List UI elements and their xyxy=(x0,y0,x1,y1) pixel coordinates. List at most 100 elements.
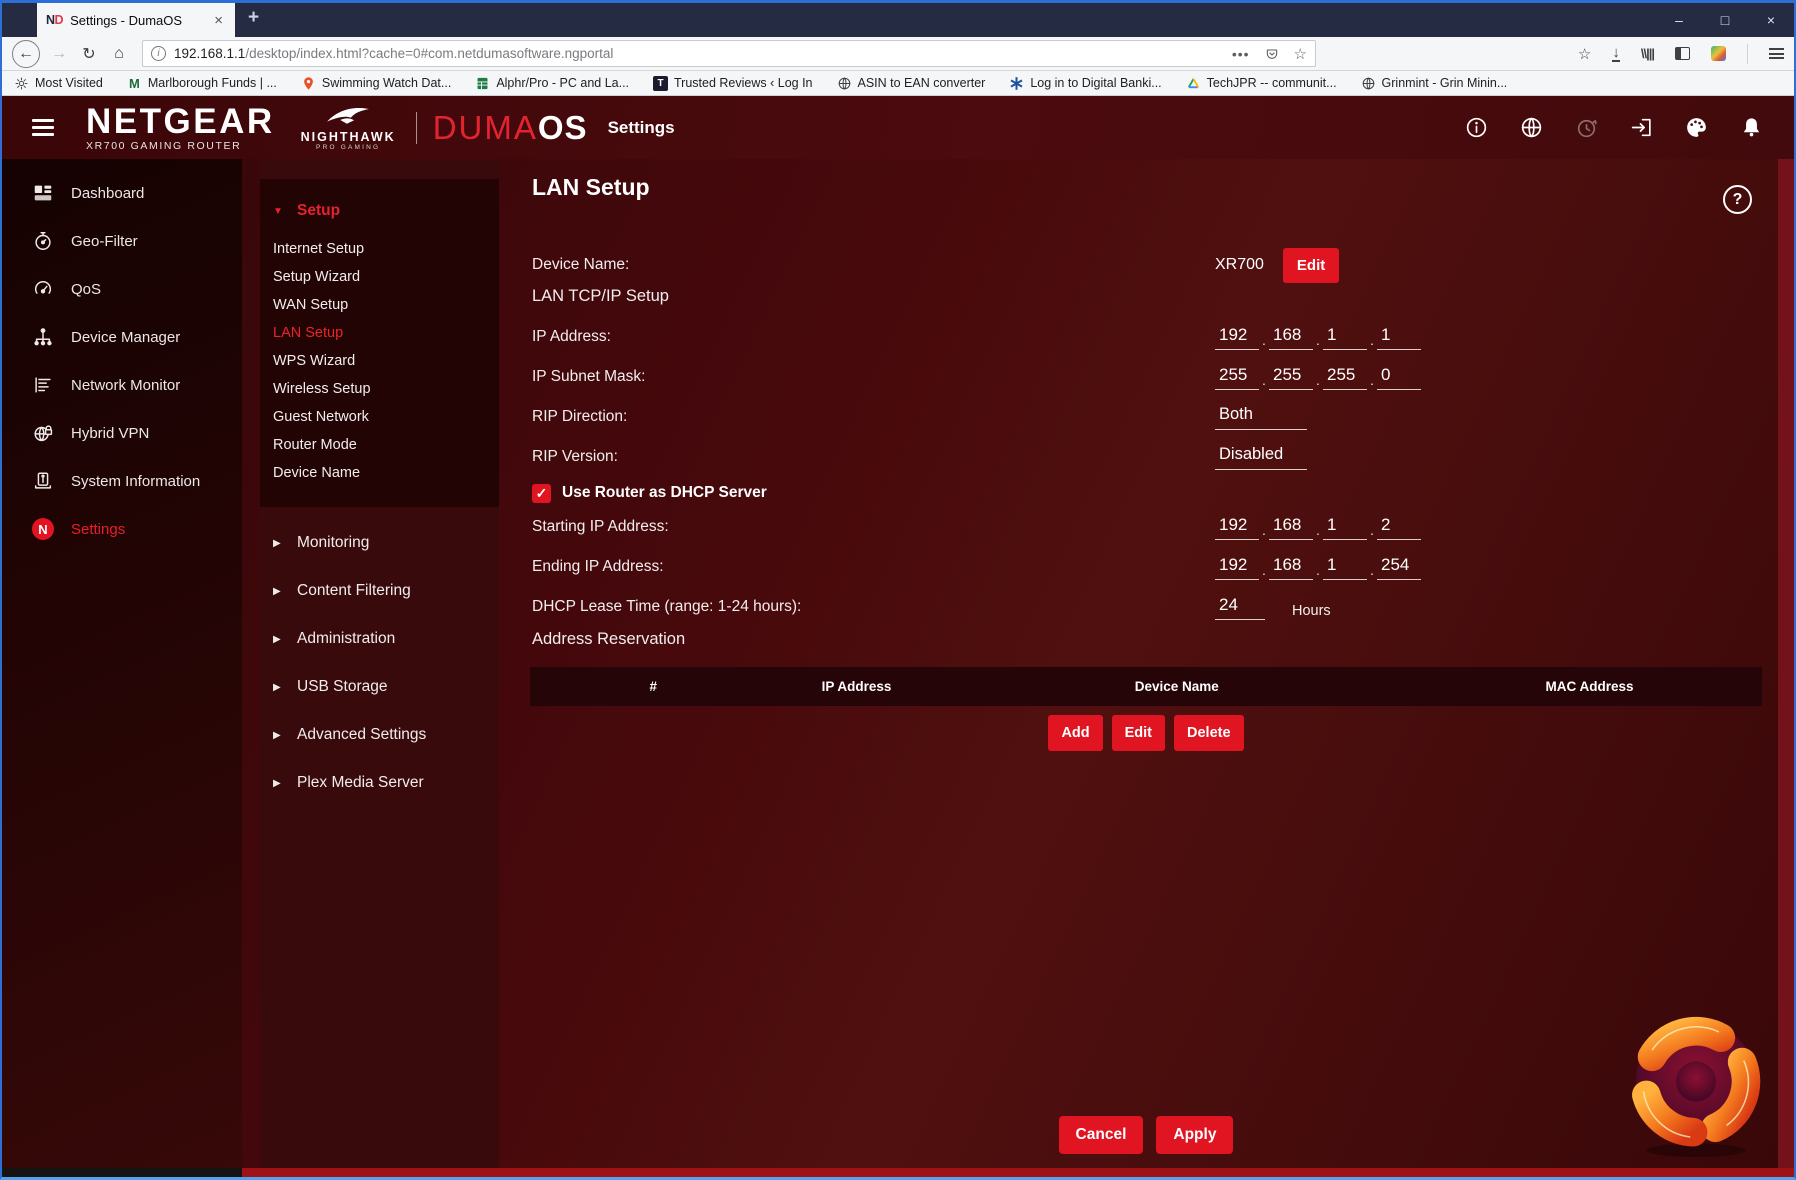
submenu-group-usb-storage[interactable]: ▶ USB Storage xyxy=(260,663,499,711)
bookmark-most-visited[interactable]: Most Visited xyxy=(14,76,103,91)
rip-direction-select[interactable]: Both xyxy=(1215,405,1307,430)
apply-button[interactable]: Apply xyxy=(1156,1116,1234,1154)
bookmark-item[interactable]: Grinmint - Grin Minin... xyxy=(1361,76,1507,91)
submenu-item-wan-setup[interactable]: WAN Setup xyxy=(260,291,499,319)
page-actions-icon[interactable]: ••• xyxy=(1232,46,1250,62)
library-icon[interactable]: \\||| xyxy=(1641,46,1655,61)
submenu-group-plex-media-server[interactable]: ▶ Plex Media Server xyxy=(260,759,499,807)
netgear-logo: NETGEAR XR700 GAMING ROUTER xyxy=(86,101,275,152)
bookmarks-menu-icon[interactable]: ☆ xyxy=(1578,45,1591,63)
info-icon[interactable] xyxy=(1464,115,1489,140)
cancel-button[interactable]: Cancel xyxy=(1058,1116,1144,1154)
bookmark-item[interactable]: Log in to Digital Banki... xyxy=(1009,76,1162,91)
submenu-group-administration[interactable]: ▶ Administration xyxy=(260,615,499,663)
bookmark-item[interactable]: Swimming Watch Dat... xyxy=(301,76,451,91)
vertical-scrollbar[interactable] xyxy=(1778,159,1794,1168)
subnet-octet-input[interactable]: 255 xyxy=(1215,365,1259,390)
theme-palette-icon[interactable] xyxy=(1684,115,1709,140)
start-octet-input[interactable]: 168 xyxy=(1269,515,1313,540)
help-icon[interactable]: ? xyxy=(1723,185,1752,214)
tab-close-icon[interactable]: × xyxy=(211,12,226,29)
screenshot-extension-icon[interactable] xyxy=(1711,46,1726,61)
bookmarks-bar: Most Visited M Marlborough Funds | ... Sw… xyxy=(2,71,1794,96)
page-info-icon[interactable]: i xyxy=(151,46,166,61)
submenu-item-setup-wizard[interactable]: Setup Wizard xyxy=(260,263,499,291)
submenu-group-advanced-settings[interactable]: ▶ Advanced Settings xyxy=(260,711,499,759)
sidebar-item-system-information[interactable]: System Information xyxy=(2,457,242,505)
submenu-item-internet-setup[interactable]: Internet Setup xyxy=(260,235,499,263)
address-bar[interactable]: i 192.168.1.1/desktop/index.html?cache=0… xyxy=(142,40,1316,67)
sidebar-toggle-icon[interactable] xyxy=(1675,47,1690,60)
system-info-icon xyxy=(32,470,54,492)
submenu-group-monitoring[interactable]: ▶ Monitoring xyxy=(260,519,499,567)
end-octet-input[interactable]: 1 xyxy=(1323,555,1367,580)
pocket-icon[interactable] xyxy=(1264,46,1280,62)
rip-direction-row: RIP Direction: Both xyxy=(532,397,1758,437)
sidebar-item-qos[interactable]: QoS xyxy=(2,265,242,313)
end-octet-input[interactable]: 192 xyxy=(1215,555,1259,580)
language-globe-icon[interactable] xyxy=(1519,115,1544,140)
sidebar-item-device-manager[interactable]: Device Manager xyxy=(2,313,242,361)
header-icons xyxy=(1464,115,1764,140)
ip-octet-input[interactable]: 1 xyxy=(1377,325,1421,350)
bookmark-item[interactable]: Alphr/Pro - PC and La... xyxy=(475,76,629,91)
triangle-right-icon: ▶ xyxy=(273,729,281,741)
notifications-bell-icon[interactable] xyxy=(1739,115,1764,140)
subnet-inputs: 255. 255. 255. 0 xyxy=(1215,365,1421,390)
submenu-group-setup[interactable]: ▼ Setup xyxy=(260,195,499,227)
bookmark-item[interactable]: TechJPR -- communit... xyxy=(1186,76,1337,91)
ip-octet-input[interactable]: 1 xyxy=(1323,325,1367,350)
subnet-octet-input[interactable]: 255 xyxy=(1323,365,1367,390)
app-menu-icon[interactable] xyxy=(32,115,54,141)
minimize-button[interactable]: – xyxy=(1656,3,1702,37)
sidebar-item-network-monitor[interactable]: Network Monitor xyxy=(2,361,242,409)
start-octet-input[interactable]: 1 xyxy=(1323,515,1367,540)
submenu-item-wps-wizard[interactable]: WPS Wizard xyxy=(260,347,499,375)
sidebar-item-settings[interactable]: N Settings xyxy=(2,505,242,553)
forward-button[interactable]: → xyxy=(46,41,72,67)
logout-icon[interactable] xyxy=(1629,115,1654,140)
sidebar-item-hybrid-vpn[interactable]: Hybrid VPN xyxy=(2,409,242,457)
home-button[interactable]: ⌂ xyxy=(106,41,132,67)
submenu-item-router-mode[interactable]: Router Mode xyxy=(260,431,499,459)
dumaos-logo: DUMAOS xyxy=(432,108,588,146)
start-octet-input[interactable]: 2 xyxy=(1377,515,1421,540)
rip-version-select[interactable]: Disabled xyxy=(1215,445,1307,470)
add-button[interactable]: Add xyxy=(1048,715,1103,751)
new-tab-button[interactable]: + xyxy=(248,7,259,29)
bookmark-item[interactable]: T Trusted Reviews ‹ Log In xyxy=(653,75,813,91)
delete-button[interactable]: Delete xyxy=(1174,715,1244,751)
submenu-item-device-name[interactable]: Device Name xyxy=(260,459,499,487)
lease-time-input[interactable]: 24 xyxy=(1215,595,1265,620)
url-text[interactable]: 192.168.1.1/desktop/index.html?cache=0#c… xyxy=(174,46,1224,61)
subnet-octet-input[interactable]: 255 xyxy=(1269,365,1313,390)
dashboard-icon xyxy=(32,182,54,204)
bookmark-star-icon[interactable]: ☆ xyxy=(1294,45,1307,63)
edit-button[interactable]: Edit xyxy=(1111,715,1166,751)
subnet-octet-input[interactable]: 0 xyxy=(1377,365,1421,390)
submenu-item-lan-setup[interactable]: LAN Setup xyxy=(260,319,499,347)
start-octet-input[interactable]: 192 xyxy=(1215,515,1259,540)
end-octet-input[interactable]: 254 xyxy=(1377,555,1421,580)
submenu-item-guest-network[interactable]: Guest Network xyxy=(260,403,499,431)
submenu-item-wireless-setup[interactable]: Wireless Setup xyxy=(260,375,499,403)
history-icon[interactable] xyxy=(1574,115,1599,140)
downloads-icon[interactable]: ↓ xyxy=(1612,45,1620,62)
bookmark-item[interactable]: M Marlborough Funds | ... xyxy=(127,76,277,91)
bookmark-item[interactable]: ASIN to EAN converter xyxy=(837,76,985,91)
reload-button[interactable]: ↻ xyxy=(76,41,102,67)
edit-device-name-button[interactable]: Edit xyxy=(1282,247,1340,283)
browser-tab[interactable]: ND Settings - DumaOS × xyxy=(37,3,235,37)
ip-octet-input[interactable]: 168 xyxy=(1269,325,1313,350)
close-button[interactable]: × xyxy=(1748,3,1794,37)
end-octet-input[interactable]: 168 xyxy=(1269,555,1313,580)
ip-octet-input[interactable]: 192 xyxy=(1215,325,1259,350)
sidebar-item-dashboard[interactable]: Dashboard xyxy=(2,169,242,217)
menu-icon[interactable] xyxy=(1769,46,1784,62)
maximize-button[interactable]: □ xyxy=(1702,3,1748,37)
sidebar-item-geo-filter[interactable]: Geo-Filter xyxy=(2,217,242,265)
submenu-group-content-filtering[interactable]: ▶ Content Filtering xyxy=(260,567,499,615)
horizontal-scrollbar[interactable] xyxy=(242,1168,1794,1177)
dhcp-checkbox[interactable]: ✓ xyxy=(532,483,551,503)
back-button[interactable]: ← xyxy=(12,39,40,68)
